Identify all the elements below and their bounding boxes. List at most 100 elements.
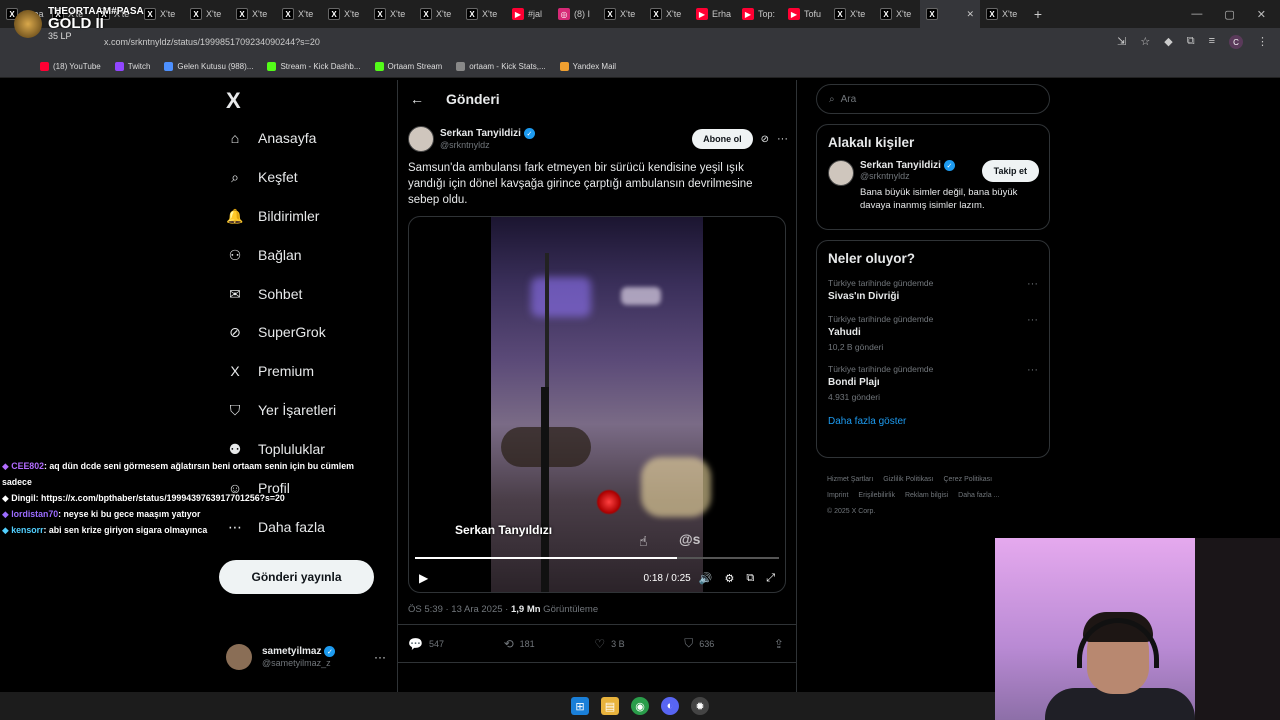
file-explorer-icon[interactable]: ▤ [601,697,619,715]
author-handle[interactable]: @srkntnyldz [440,140,535,150]
nav-item-grok[interactable]: ⊘ SuperGrok [226,320,326,344]
footer-link[interactable]: Çerez Politikası [943,476,992,483]
rank-title: GOLD II [48,15,104,32]
browser-tab[interactable]: ◎ (8) I [552,0,598,28]
trend-more-icon[interactable]: ··· [1027,278,1038,290]
avatar[interactable] [828,160,854,186]
rank-emblem-icon [14,9,42,38]
back-arrow-icon[interactable]: ← [410,91,430,107]
fullscreen-icon[interactable]: ⤢ [766,572,775,585]
discord-icon[interactable]: ◐ [661,697,679,715]
like-button[interactable]: ♡ 3 B [594,636,624,651]
play-icon[interactable]: ▶ [419,571,428,585]
browser-menu-icon[interactable]: ⋮ [1257,35,1268,49]
footer-link[interactable]: Erişilebilirlik [858,492,895,499]
settings-gear-icon[interactable]: ⚙ [724,572,734,585]
browser-tab[interactable]: X X'te [184,0,230,28]
bookmark-item[interactable]: Gelen Kutusu (988)... [164,62,253,71]
nav-item-home[interactable]: ⌂ Anasayfa [226,126,317,150]
browser-tab[interactable]: X X'te [230,0,276,28]
footer-link[interactable]: Imprint [827,492,848,499]
browser-tab[interactable]: X X'te [874,0,920,28]
trend-more-icon[interactable]: ··· [1027,314,1038,326]
browser-tab[interactable]: X X'te [322,0,368,28]
close-window-icon[interactable]: ✕ [1257,8,1266,21]
bookmark-item[interactable]: Ortaam Stream [374,62,442,71]
browser-tab[interactable]: ▶ Top: [736,0,782,28]
bookmark-item[interactable]: Twitch [114,62,150,71]
browser-tab[interactable]: X X'te [828,0,874,28]
browser-tab[interactable]: X X'te [414,0,460,28]
browser-tab[interactable]: X X'te [980,0,1026,28]
bookmark-button[interactable]: ⛉ 636 [684,636,714,651]
author-avatar[interactable] [408,126,434,152]
trend-item[interactable]: Türkiye tarihinde gündemde Sivas'ın Divri… [828,278,1038,302]
browser-tab[interactable]: ▶ Erha [690,0,736,28]
browser-tab[interactable]: X X'te [138,0,184,28]
bookmark-item[interactable]: Stream - Kick Dashb... [267,62,361,71]
author-name[interactable]: Serkan Tanyildizi [440,129,521,140]
x-favicon-icon: X [834,8,846,20]
related-name[interactable]: Serkan Tanyildizi [860,160,941,171]
instagram-favicon-icon: ◎ [558,8,570,20]
nav-item-x[interactable]: X Premium [226,359,314,383]
trend-item[interactable]: Türkiye tarihinde gündemde Bondi Plajı 4.9… [828,364,1038,402]
nav-item-mail[interactable]: ✉ Sohbet [226,282,302,306]
account-switcher[interactable]: sametyilmaz ✓ @sametyilmaz_z ··· [226,644,386,670]
media-control-icon[interactable]: ≡ [1209,35,1215,49]
grok-icon[interactable]: ⊘ [761,134,769,145]
search-input[interactable]: ⌕ Ara [816,84,1050,114]
share-button[interactable]: ⇪ [774,636,784,651]
extension-icon[interactable]: ◆ [1164,35,1172,49]
browser-tab[interactable]: ▶ Tofu [782,0,828,28]
related-person[interactable]: Serkan Tanyildizi ✓ @srkntnyldz Takip et [828,160,1039,186]
bookmark-item[interactable]: Yandex Mail [559,62,616,71]
post-more-icon[interactable]: ··· [777,133,788,145]
browser-tab[interactable]: X ✕ [920,0,980,28]
app-icon[interactable]: ✹ [691,697,709,715]
reply-button[interactable]: 💬 547 [408,636,444,651]
video-progress-bar[interactable] [415,557,779,559]
post-button[interactable]: Gönderi yayınla [219,560,374,594]
nav-item-bell[interactable]: 🔔 Bildirimler [226,204,319,228]
post-author-row: Serkan Tanyildizi ✓ @srkntnyldz Abone ol … [408,124,788,154]
more-options-icon[interactable]: ··· [374,650,386,664]
browser-tab[interactable]: X X'te [460,0,506,28]
browser-tab[interactable]: X X'te [644,0,690,28]
browser-tab[interactable]: X X'te [276,0,322,28]
volume-icon[interactable]: 🔊 [699,572,713,585]
browser-tab[interactable]: ▶ #jal [506,0,552,28]
pip-icon[interactable]: ⧉ [746,572,754,585]
bookmark-item[interactable]: ortaam - Kick Stats,... [456,62,546,71]
trend-item[interactable]: Türkiye tarihinde gündemde Yahudi 10,2 B g… [828,314,1038,352]
footer-link[interactable]: Gizlilik Politikası [883,476,933,483]
browser-tab[interactable]: X X'te [598,0,644,28]
footer-link[interactable]: Reklam bilgisi [905,492,948,499]
maximize-icon[interactable]: ▢ [1224,8,1234,21]
footer-link[interactable]: Daha fazla ... [958,492,999,499]
windows-start-icon[interactable]: ⊞ [571,697,589,715]
nav-item-search[interactable]: ⌕ Keşfet [226,165,298,189]
follow-button[interactable]: Takip et [981,160,1039,182]
nav-item-add-person[interactable]: ⚇ Bağlan [226,243,302,267]
trend-more-icon[interactable]: ··· [1027,364,1038,376]
nav-item-bookmark[interactable]: ⛉ Yer İşaretleri [226,398,336,422]
post-timestamp[interactable]: ÖS 5:39 · 13 Ara 2025 · [408,604,511,615]
browser-tab[interactable]: X X'te [368,0,414,28]
profile-avatar-icon[interactable]: C [1229,35,1243,49]
minimize-icon[interactable]: — [1191,8,1202,21]
repost-button[interactable]: ⟲ 181 [504,636,535,651]
video-player[interactable]: Serkan Tanyıldızı @s ☝ ▶ 0:18 / 0:25 🔊 ⚙… [408,216,786,593]
close-tab-icon[interactable]: ✕ [966,9,974,20]
star-bookmark-icon[interactable]: ☆ [1140,35,1150,49]
puzzle-icon[interactable]: ⧉ [1187,35,1195,49]
install-app-icon[interactable]: ⇲ [1117,35,1126,49]
new-tab-button[interactable]: + [1026,6,1050,22]
bookmark-item[interactable]: (18) YouTube [40,62,101,71]
subscribe-button[interactable]: Abone ol [692,129,753,149]
show-more-link[interactable]: Daha fazla göster [828,416,1049,427]
x-logo-icon[interactable]: X [226,88,241,114]
chrome-icon[interactable]: ◉ [631,697,649,715]
footer-link[interactable]: Hizmet Şartları [827,476,873,483]
bookmarks-bar: (18) YouTube Twitch Gelen Kutusu (988)... S… [0,56,1280,78]
